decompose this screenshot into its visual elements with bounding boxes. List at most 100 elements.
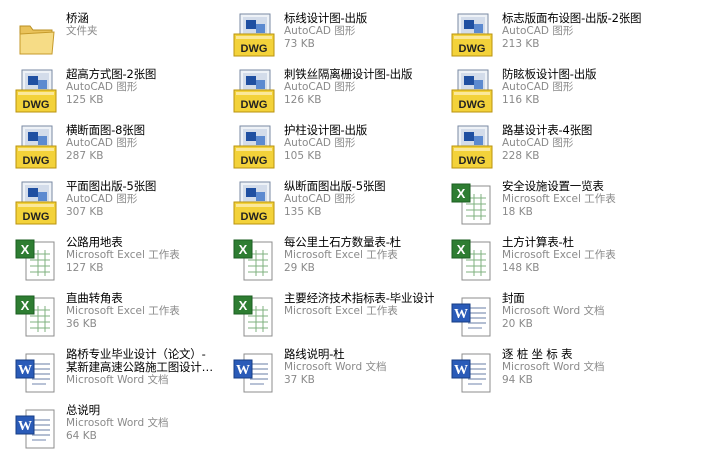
- file-name: 主要经济技术指标表-毕业设计: [284, 292, 434, 305]
- file-item[interactable]: X 直曲转角表 Microsoft Excel 工作表 36 KB: [4, 286, 219, 342]
- svg-text:DWG: DWG: [459, 43, 486, 55]
- file-size: 228 KB: [502, 150, 540, 162]
- file-size: 18 KB: [502, 206, 533, 218]
- file-info: 主要经济技术指标表-毕业设计 Microsoft Excel 工作表: [284, 292, 434, 318]
- file-item[interactable]: W 逐 桩 坐 标 表 Microsoft Word 文档 94 KB: [440, 342, 655, 398]
- file-size: 213 KB: [502, 38, 540, 50]
- dwg-file-icon: DWG: [14, 68, 58, 116]
- svg-text:W: W: [18, 363, 32, 378]
- dwg-file-icon: DWG: [450, 68, 494, 116]
- file-grid: 桥涵 文件夹 DWG 标线设计图-出版 AutoCAD 图形 73 KB DWG 标志版面布设…: [0, 0, 710, 465]
- file-item[interactable]: 桥涵 文件夹: [4, 6, 219, 62]
- svg-text:W: W: [454, 307, 468, 322]
- file-info: 总说明 Microsoft Word 文档 64 KB: [66, 404, 216, 443]
- file-type: AutoCAD 图形: [66, 81, 138, 93]
- file-type: AutoCAD 图形: [284, 25, 356, 37]
- file-item[interactable]: W 路桥专业毕业设计（论文）-某新建高速公路施工图设计… Microsoft Wor…: [4, 342, 219, 398]
- file-size: 135 KB: [284, 206, 322, 218]
- file-name: 安全设施设置一览表: [502, 180, 604, 193]
- file-info: 横断面图-8张图 AutoCAD 图形 287 KB: [66, 124, 216, 163]
- file-name: 路线说明-杜: [284, 348, 345, 361]
- file-item[interactable]: DWG 护柱设计图-出版 AutoCAD 图形 105 KB: [222, 118, 437, 174]
- file-name: 直曲转角表: [66, 292, 123, 305]
- file-info: 安全设施设置一览表 Microsoft Excel 工作表 18 KB: [502, 180, 652, 219]
- file-item[interactable]: DWG 刺铁丝隔离栅设计图-出版 AutoCAD 图形 126 KB: [222, 62, 437, 118]
- file-name: 封面: [502, 292, 525, 305]
- file-info: 标志版面布设图-出版-2张图 AutoCAD 图形 213 KB: [502, 12, 652, 51]
- excel-file-icon: X: [14, 236, 58, 284]
- file-type: AutoCAD 图形: [66, 137, 138, 149]
- svg-text:DWG: DWG: [23, 211, 50, 223]
- file-size: 307 KB: [66, 206, 104, 218]
- dwg-file-icon: DWG: [450, 12, 494, 60]
- word-file-icon: W: [14, 348, 58, 396]
- file-item[interactable]: DWG 路基设计表-4张图 AutoCAD 图形 228 KB: [440, 118, 655, 174]
- file-item[interactable]: DWG 平面图出版-5张图 AutoCAD 图形 307 KB: [4, 174, 219, 230]
- file-item[interactable]: W 路线说明-杜 Microsoft Word 文档 37 KB: [222, 342, 437, 398]
- file-size: 36 KB: [66, 318, 97, 330]
- file-item[interactable]: W 封面 Microsoft Word 文档 20 KB: [440, 286, 655, 342]
- excel-file-icon: X: [450, 180, 494, 228]
- file-info: 刺铁丝隔离栅设计图-出版 AutoCAD 图形 126 KB: [284, 68, 434, 107]
- file-size: 125 KB: [66, 94, 104, 106]
- file-size: 37 KB: [284, 374, 315, 386]
- file-item[interactable]: X 公路用地表 Microsoft Excel 工作表 127 KB: [4, 230, 219, 286]
- svg-text:W: W: [236, 363, 250, 378]
- file-name: 公路用地表: [66, 236, 123, 249]
- file-item[interactable]: DWG 纵断面图出版-5张图 AutoCAD 图形 135 KB: [222, 174, 437, 230]
- svg-text:X: X: [457, 186, 466, 201]
- file-item[interactable]: W 总说明 Microsoft Word 文档 64 KB: [4, 398, 219, 454]
- svg-text:DWG: DWG: [459, 155, 486, 167]
- file-item[interactable]: X 每公里土石方数量表-杜 Microsoft Excel 工作表 29 KB: [222, 230, 437, 286]
- word-file-icon: W: [232, 348, 276, 396]
- excel-file-icon: X: [232, 292, 276, 340]
- file-name: 超高方式图-2张图: [66, 68, 157, 81]
- file-size: 94 KB: [502, 374, 533, 386]
- folder-icon: [14, 12, 58, 60]
- file-item[interactable]: X 土方计算表-杜 Microsoft Excel 工作表 148 KB: [440, 230, 655, 286]
- file-item[interactable]: DWG 超高方式图-2张图 AutoCAD 图形 125 KB: [4, 62, 219, 118]
- file-type: Microsoft Excel 工作表: [66, 305, 180, 317]
- file-info: 每公里土石方数量表-杜 Microsoft Excel 工作表 29 KB: [284, 236, 434, 275]
- dwg-file-icon: DWG: [450, 124, 494, 172]
- word-file-icon: W: [14, 404, 58, 452]
- file-info: 平面图出版-5张图 AutoCAD 图形 307 KB: [66, 180, 216, 219]
- file-name: 路桥专业毕业设计（论文）-某新建高速公路施工图设计…: [66, 348, 213, 374]
- file-type: AutoCAD 图形: [284, 81, 356, 93]
- file-item[interactable]: DWG 标线设计图-出版 AutoCAD 图形 73 KB: [222, 6, 437, 62]
- file-type: 文件夹: [66, 25, 98, 37]
- file-info: 桥涵 文件夹: [66, 12, 216, 38]
- svg-text:W: W: [18, 419, 32, 434]
- file-type: Microsoft Excel 工作表: [502, 193, 616, 205]
- file-info: 防眩板设计图-出版 AutoCAD 图形 116 KB: [502, 68, 652, 107]
- file-size: 29 KB: [284, 262, 315, 274]
- excel-file-icon: X: [14, 292, 58, 340]
- file-name: 路基设计表-4张图: [502, 124, 593, 137]
- file-name: 土方计算表-杜: [502, 236, 574, 249]
- dwg-file-icon: DWG: [232, 12, 276, 60]
- file-type: Microsoft Excel 工作表: [284, 305, 398, 317]
- file-size: 64 KB: [66, 430, 97, 442]
- dwg-file-icon: DWG: [232, 124, 276, 172]
- dwg-file-icon: DWG: [14, 124, 58, 172]
- file-type: AutoCAD 图形: [284, 137, 356, 149]
- file-info: 公路用地表 Microsoft Excel 工作表 127 KB: [66, 236, 216, 275]
- svg-text:DWG: DWG: [23, 99, 50, 111]
- file-type: AutoCAD 图形: [502, 137, 574, 149]
- file-info: 护柱设计图-出版 AutoCAD 图形 105 KB: [284, 124, 434, 163]
- file-type: AutoCAD 图形: [502, 25, 574, 37]
- file-type: AutoCAD 图形: [502, 81, 574, 93]
- file-item[interactable]: DWG 横断面图-8张图 AutoCAD 图形 287 KB: [4, 118, 219, 174]
- file-item[interactable]: X 主要经济技术指标表-毕业设计 Microsoft Excel 工作表: [222, 286, 437, 342]
- file-info: 封面 Microsoft Word 文档 20 KB: [502, 292, 652, 331]
- excel-file-icon: X: [450, 236, 494, 284]
- svg-text:DWG: DWG: [459, 99, 486, 111]
- file-item[interactable]: X 安全设施设置一览表 Microsoft Excel 工作表 18 KB: [440, 174, 655, 230]
- file-name: 逐 桩 坐 标 表: [502, 348, 573, 361]
- file-item[interactable]: DWG 防眩板设计图-出版 AutoCAD 图形 116 KB: [440, 62, 655, 118]
- svg-text:DWG: DWG: [241, 99, 268, 111]
- file-item[interactable]: DWG 标志版面布设图-出版-2张图 AutoCAD 图形 213 KB: [440, 6, 655, 62]
- file-type: Microsoft Excel 工作表: [66, 249, 180, 261]
- file-type: Microsoft Word 文档: [66, 417, 169, 429]
- file-info: 路基设计表-4张图 AutoCAD 图形 228 KB: [502, 124, 652, 163]
